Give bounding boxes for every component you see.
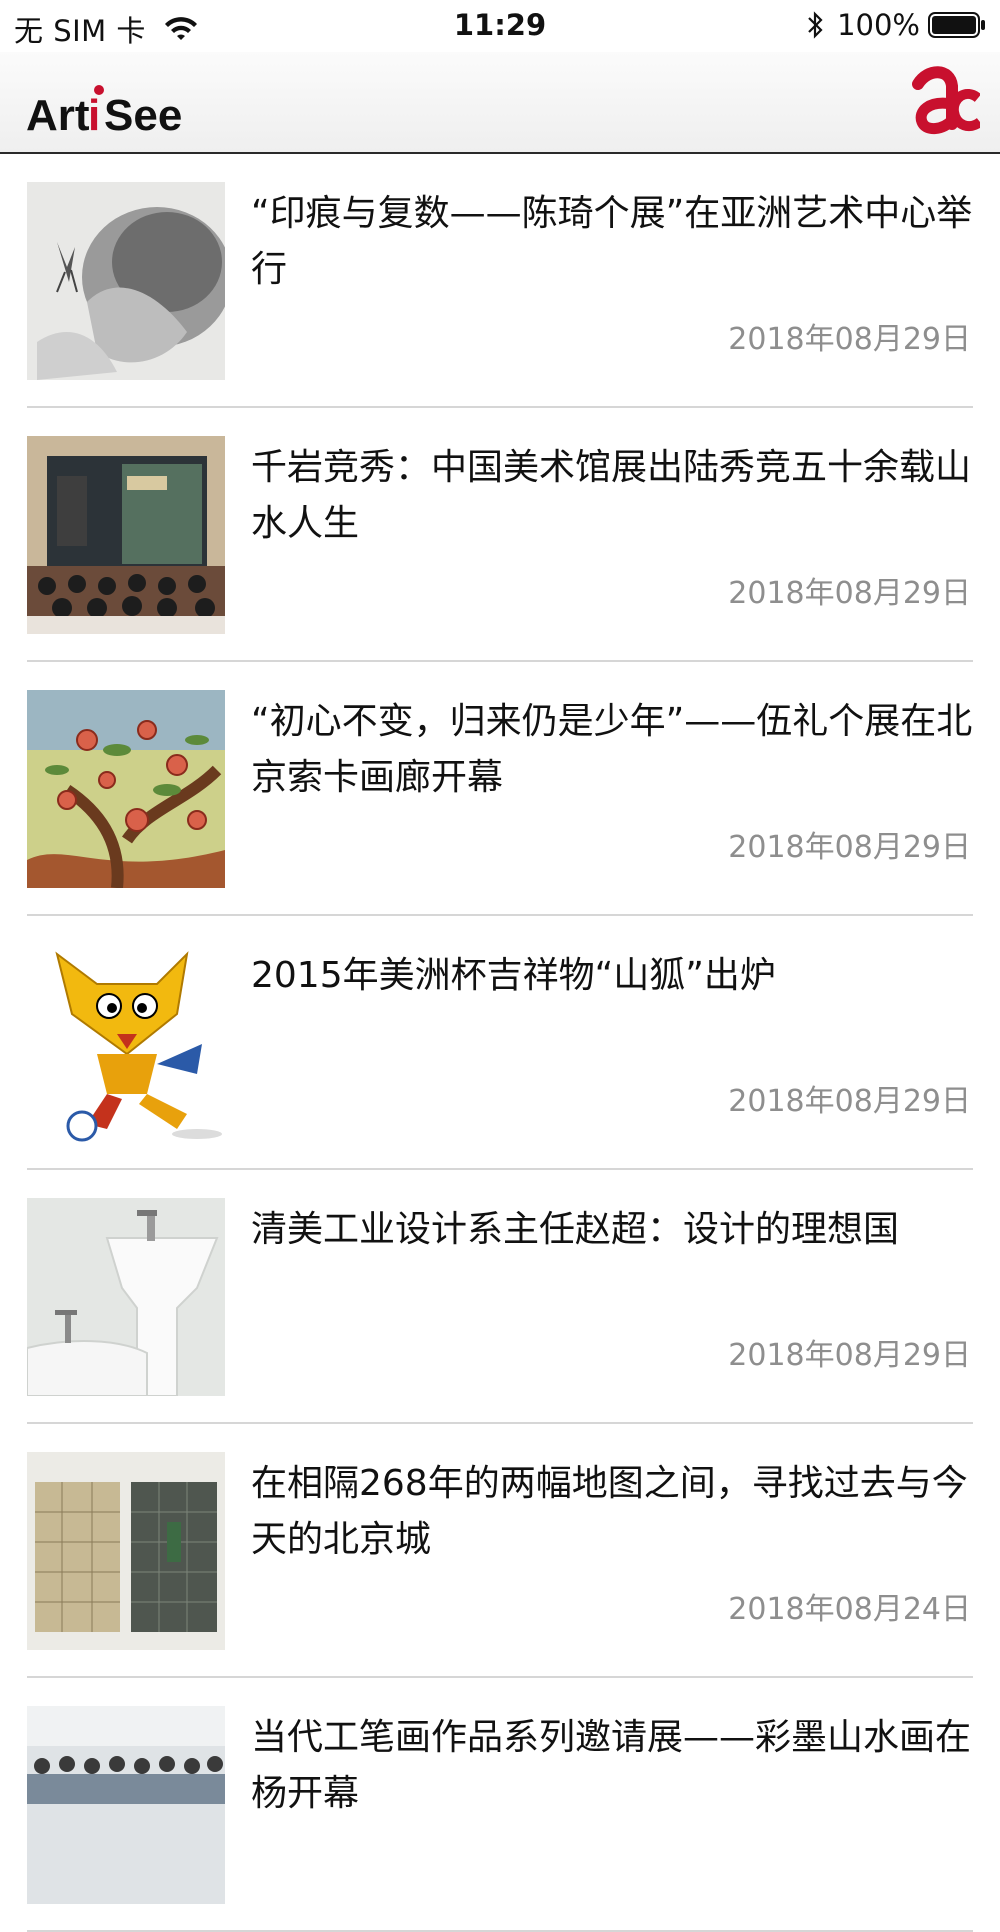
article-date: 2018年08月29日: [728, 576, 971, 611]
nav-bar: Art i See: [0, 52, 1000, 154]
list-item[interactable]: 在相隔268年的两幅地图之间，寻找过去与今天的北京城 2018年08月24日: [27, 1424, 973, 1678]
article-date: 2018年08月29日: [728, 1084, 971, 1119]
list-item[interactable]: “初心不变，归来仍是少年”——伍礼个展在北京索卡画廊开幕 2018年08月29日: [27, 662, 973, 916]
article-date: 2018年08月29日: [728, 322, 971, 357]
exhibition-photo-image: [27, 436, 225, 634]
fox-mascot-image: [27, 944, 225, 1142]
article-thumbnail: [27, 690, 225, 888]
article-title: 在相隔268年的两幅地图之间，寻找过去与今天的北京城: [251, 1463, 968, 1560]
article-thumbnail: [27, 1198, 225, 1396]
artisee-logo[interactable]: Art i See: [26, 80, 206, 140]
list-item[interactable]: 2015年美洲杯吉祥物“山狐”出炉 2018年08月29日: [27, 916, 973, 1170]
article-thumbnail: [27, 1452, 225, 1650]
svg-text:Art: Art: [26, 91, 90, 140]
svg-text:i: i: [88, 91, 100, 140]
bluetooth-icon: [808, 11, 823, 39]
status-right: 100%: [805, 8, 986, 42]
article-title: 千岩竞秀：中国美术馆展出陆秀竞五十余载山水人生: [251, 447, 972, 544]
list-item[interactable]: 千岩竞秀：中国美术馆展出陆秀竞五十余载山水人生 2018年08月29日: [27, 408, 973, 662]
article-title: “印痕与复数——陈琦个展”在亚洲艺术中心举行: [251, 193, 973, 290]
group-photo-image: [27, 1706, 225, 1904]
article-title: 当代工笔画作品系列邀请展——彩墨山水画在杨开幕: [251, 1717, 972, 1814]
list-item[interactable]: 当代工笔画作品系列邀请展——彩墨山水画在杨开幕: [27, 1678, 973, 1932]
list-item[interactable]: “印痕与复数——陈琦个展”在亚洲艺术中心举行 2018年08月29日: [27, 154, 973, 408]
article-date: 2018年08月29日: [728, 830, 971, 865]
article-thumbnail: [27, 944, 225, 1142]
article-thumbnail: [27, 436, 225, 634]
article-list: “印痕与复数——陈琦个展”在亚洲艺术中心举行 2018年08月29日 千岩竞秀：…: [0, 154, 1000, 1932]
ink-painting-image: [27, 182, 225, 380]
article-date: 2018年08月24日: [728, 1592, 971, 1627]
battery-percent: 100%: [837, 8, 920, 42]
battery-icon: [928, 12, 985, 38]
article-thumbnail: [27, 1706, 225, 1904]
ac-logo-icon[interactable]: [908, 64, 980, 140]
sink-design-image: [27, 1198, 225, 1396]
peach-tree-image: [27, 690, 225, 888]
svg-text:See: See: [104, 91, 182, 140]
article-title: “初心不变，归来仍是少年”——伍礼个展在北京索卡画廊开幕: [251, 701, 973, 798]
article-title: 2015年美洲杯吉祥物“山狐”出炉: [251, 955, 776, 996]
beijing-maps-image: [27, 1452, 225, 1650]
article-thumbnail: [27, 182, 225, 380]
status-bar: 无 SIM 卡 11:29 100%: [0, 0, 1000, 52]
article-title: 清美工业设计系主任赵超：设计的理想国: [251, 1209, 900, 1250]
list-item[interactable]: 清美工业设计系主任赵超：设计的理想国 2018年08月29日: [27, 1170, 973, 1424]
article-date: 2018年08月29日: [728, 1338, 971, 1373]
